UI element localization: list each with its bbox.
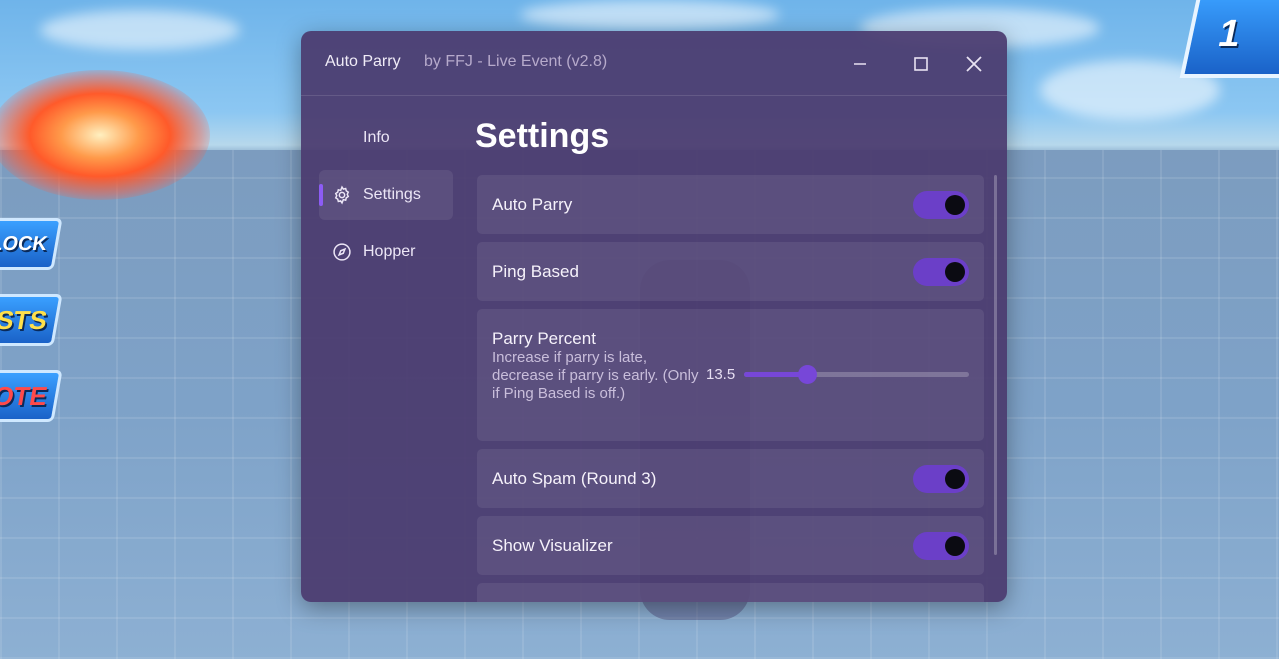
toggle-knob xyxy=(945,262,965,282)
minimize-icon xyxy=(854,63,866,65)
minimize-button[interactable] xyxy=(843,49,877,79)
sidebar-item-label: Info xyxy=(363,129,390,146)
page-title: Settings xyxy=(475,117,610,155)
explosion-effect xyxy=(0,70,210,200)
auto-parry-window: Auto Parry by FFJ - Live Event (v2.8) In… xyxy=(301,31,1007,602)
setting-row-show-visualizer: Show Visualizer xyxy=(477,516,984,575)
title-bar[interactable]: Auto Parry by FFJ - Live Event (v2.8) xyxy=(301,31,1007,96)
toggle-knob xyxy=(945,536,965,556)
sidebar-item-hopper[interactable]: Hopper xyxy=(319,227,453,277)
close-icon xyxy=(966,56,982,72)
cloud xyxy=(40,10,240,50)
settings-scrollbar[interactable] xyxy=(994,175,997,555)
setting-label: Parry Percent xyxy=(492,329,596,348)
setting-label: Auto Parry xyxy=(492,195,573,214)
window-title: Auto Parry xyxy=(325,53,401,70)
auto-spam-toggle[interactable] xyxy=(913,465,969,493)
setting-label: Auto Spam (Round 3) xyxy=(492,469,657,488)
toggle-knob xyxy=(945,195,965,215)
settings-list: Auto Parry Ping Based Parry Percent Incr… xyxy=(477,175,985,602)
setting-row-next xyxy=(477,583,984,602)
maximize-icon xyxy=(914,57,928,71)
close-button[interactable] xyxy=(957,49,991,79)
setting-row-auto-spam: Auto Spam (Round 3) xyxy=(477,449,984,508)
active-indicator xyxy=(319,184,323,206)
window-subtitle: by FFJ - Live Event (v2.8) xyxy=(424,53,608,70)
setting-label: Show Visualizer xyxy=(492,536,613,555)
sidebar-item-settings[interactable]: Settings xyxy=(319,170,453,220)
parry-percent-value: 13.5 xyxy=(706,366,736,383)
hud-label: LOCK xyxy=(0,232,50,255)
hud-button-lock[interactable]: LOCK xyxy=(0,218,63,270)
hud-counter-value: 1 xyxy=(1214,12,1245,55)
hud-label: OTE xyxy=(0,380,50,411)
auto-parry-toggle[interactable] xyxy=(913,191,969,219)
slider-thumb[interactable] xyxy=(798,365,817,384)
cloud xyxy=(520,0,780,30)
setting-row-parry-percent: Parry Percent Increase if parry is late,… xyxy=(477,309,984,441)
sidebar-item-info[interactable]: Info xyxy=(319,113,453,163)
sidebar-item-label: Hopper xyxy=(363,243,416,260)
ping-based-toggle[interactable] xyxy=(913,258,969,286)
parry-percent-slider[interactable] xyxy=(744,365,969,384)
show-visualizer-toggle[interactable] xyxy=(913,532,969,560)
sidebar-item-label: Settings xyxy=(363,186,421,203)
setting-row-ping-based: Ping Based xyxy=(477,242,984,301)
setting-row-auto-parry: Auto Parry xyxy=(477,175,984,234)
hud-button-boosts[interactable]: STS xyxy=(0,294,63,346)
toggle-knob xyxy=(945,469,965,489)
hud-label: STS xyxy=(0,304,50,335)
gear-icon xyxy=(334,185,350,205)
hud-button-vote[interactable]: OTE xyxy=(0,370,63,422)
compass-icon xyxy=(333,243,351,261)
setting-description: Increase if parry is late, decrease if p… xyxy=(492,349,699,402)
hud-top-right-counter: 1 xyxy=(1179,0,1279,78)
setting-label: Ping Based xyxy=(492,262,579,281)
maximize-button[interactable] xyxy=(904,49,938,79)
